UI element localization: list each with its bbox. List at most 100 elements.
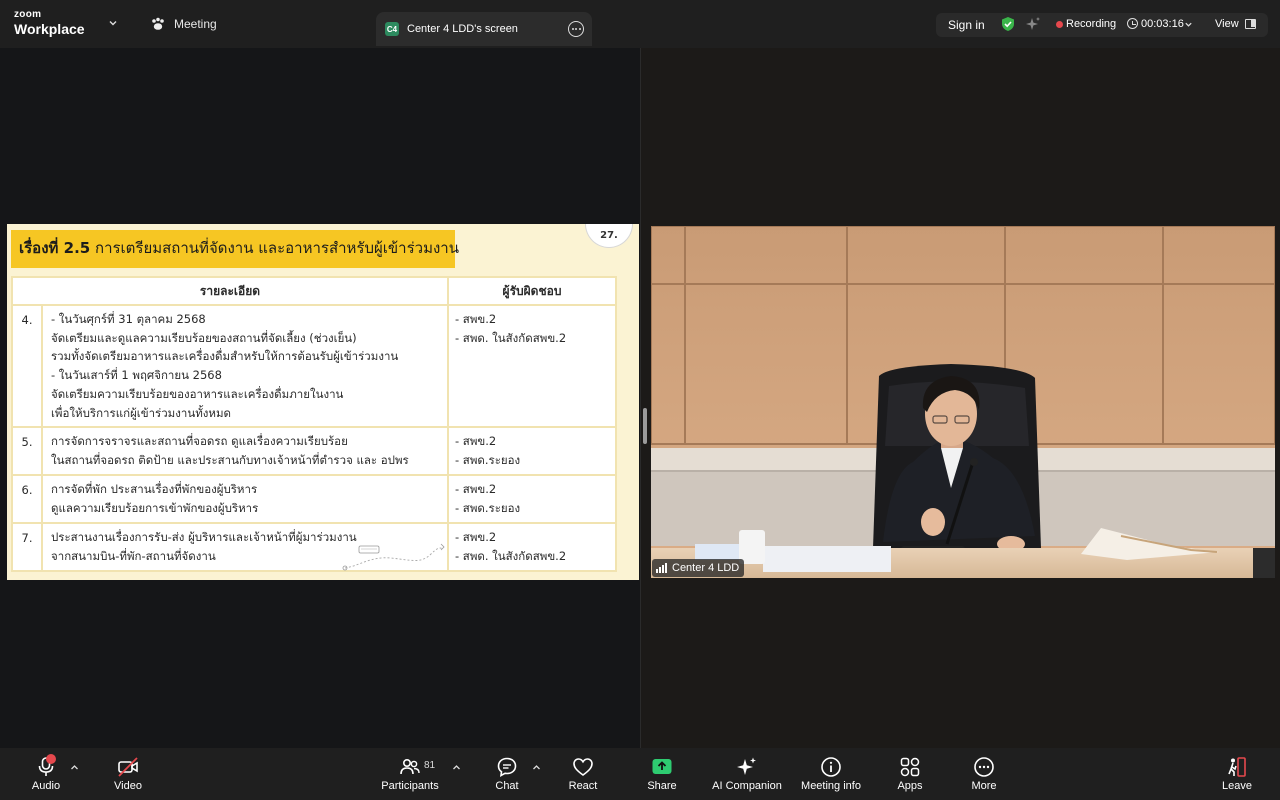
brand-small: zoom	[14, 9, 42, 20]
detail-line: - ในวันศุกร์ที่ 31 ตุลาคม 2568	[51, 312, 206, 326]
responsible-line: - สพข.2	[455, 482, 497, 497]
ai-sparkle-icon[interactable]	[1025, 16, 1041, 32]
shield-check-icon[interactable]	[1000, 16, 1016, 32]
meeting-timer[interactable]: 00:03:16	[1141, 18, 1184, 30]
participant-name-tag: Center 4 LDD	[652, 559, 745, 577]
video-frame	[651, 226, 1275, 578]
audio-label: Audio	[31, 780, 61, 792]
chat-icon	[497, 757, 517, 777]
c4-badge: C4	[385, 22, 399, 36]
column-header-detail: รายละเอียด	[11, 276, 449, 306]
row-number: 6.	[11, 474, 43, 525]
apps-label: Apps	[897, 780, 923, 792]
react-label: React	[568, 780, 598, 792]
leave-exit-icon	[1228, 757, 1246, 777]
video-label: Video	[114, 780, 142, 792]
participant-video[interactable]	[651, 226, 1275, 578]
participants-button[interactable]: Participants	[365, 756, 455, 792]
split-divider	[640, 48, 641, 748]
detail-line: การจัดการจราจรและสถานที่จอดรถ ดูแลเรื่อง…	[51, 434, 348, 449]
info-icon	[821, 757, 841, 777]
meeting-tab[interactable]: Meeting	[150, 17, 217, 31]
more-button[interactable]: More	[939, 756, 1029, 792]
detail-line: ดูแลความเรียบร้อยการเข้าพักของผู้บริหาร	[51, 500, 259, 515]
meeting-info-label: Meeting info	[801, 780, 861, 792]
sign-in-button[interactable]: Sign in	[948, 18, 985, 32]
travel-trail-illustration	[342, 543, 445, 571]
view-button[interactable]: View	[1215, 18, 1239, 30]
recording-label[interactable]: Recording	[1066, 18, 1116, 30]
screen-share-tab[interactable]: C4 Center 4 LDD's screen	[376, 12, 592, 46]
more-dots-icon	[974, 757, 994, 777]
participants-label: Participants	[381, 780, 439, 792]
participants-icon	[400, 758, 420, 775]
leave-label: Leave	[1222, 780, 1252, 792]
slide-title: เรื่องที่ 2.5 การเตรียมสถานที่จัดงาน และ…	[19, 236, 459, 260]
apps-icon	[900, 757, 920, 777]
share-label: Share	[647, 780, 677, 792]
row-detail: การจัดการจราจรและสถานที่จอดรถ ดูแลเรื่อง…	[41, 426, 449, 477]
column-header-responsible: ผู้รับผิดชอบ	[447, 276, 617, 306]
screen-tab-label: Center 4 LDD's screen	[407, 23, 518, 35]
meeting-tab-label: Meeting	[174, 17, 217, 31]
responsible-line: - สพด.ระยอง	[455, 500, 521, 515]
video-button[interactable]: Video	[83, 756, 173, 792]
ai-companion-sparkle-icon	[737, 757, 756, 775]
audio-options-caret-icon[interactable]	[70, 763, 79, 772]
row-number: 4.	[11, 303, 43, 429]
detail-line: เพื่อให้บริการแก่ผู้เข้าร่วมงานทั้งหมด	[51, 405, 232, 420]
table-row: 4. - ในวันศุกร์ที่ 31 ตุลาคม 2568 จัดเตรีย…	[11, 303, 617, 429]
more-label: More	[971, 780, 997, 792]
more-options-icon[interactable]	[568, 21, 584, 37]
responsible-line: - สพด. ในสังกัดสพข.2	[455, 548, 567, 563]
clock-icon	[1127, 18, 1138, 29]
video-off-icon	[118, 757, 138, 777]
audio-activity-badge	[46, 754, 56, 764]
zoom-workplace-logo[interactable]: zoom Workplace	[14, 9, 85, 37]
paw-icon	[152, 17, 164, 30]
responsible-line: - สพด.ระยอง	[455, 452, 521, 467]
recording-dot	[1056, 21, 1063, 28]
leave-button[interactable]: Leave	[1192, 756, 1280, 792]
chevron-down-icon[interactable]	[108, 18, 118, 28]
detail-line: จัดเตรียมความเรียบร้อยของอาหารและเครื่อง…	[51, 386, 344, 401]
table-row: 7. ประสานงานเรื่องการรับ-ส่ง ผู้บริหารและ…	[11, 522, 617, 573]
ai-companion-button[interactable]: AI Companion	[702, 756, 792, 792]
slide-page-number: 27.	[585, 224, 633, 248]
heart-icon	[573, 758, 593, 776]
chevron-down-icon[interactable]	[1184, 20, 1193, 29]
responsible-line: - สพข.2	[455, 530, 497, 545]
react-button[interactable]: React	[538, 756, 628, 792]
row-number: 7.	[11, 522, 43, 573]
responsibility-table: รายละเอียด ผู้รับผิดชอบ 4. - ในวันศุกร์ที…	[11, 276, 617, 573]
detail-line: ในสถานที่จอดรถ ติดป้าย และประสานกับทางเจ…	[51, 452, 409, 467]
row-responsible: - สพข.2 - สพด. ในสังกัดสพข.2	[447, 303, 617, 429]
table-row: 5. การจัดการจราจรและสถานที่จอดรถ ดูแลเรื่…	[11, 426, 617, 477]
brand-large: Workplace	[14, 21, 85, 37]
detail-line: - ในวันเสาร์ที่ 1 พฤศจิกายน 2568	[51, 368, 222, 383]
ai-companion-label: AI Companion	[712, 780, 782, 792]
detail-line: การจัดที่พัก ประสานเรื่องที่พักของผู้บริ…	[51, 482, 258, 497]
share-screen-icon	[652, 759, 672, 774]
row-responsible: - สพข.2 - สพด.ระยอง	[447, 426, 617, 477]
detail-line: รวมทั้งจัดเตรียมอาหารและเครื่องดื่มสำหรั…	[51, 349, 399, 364]
share-button[interactable]: Share	[617, 756, 707, 792]
row-number: 5.	[11, 426, 43, 477]
split-drag-handle[interactable]	[643, 408, 647, 444]
detail-line: จัดเตรียมและดูแลความเรียบร้อยของสถานที่จ…	[51, 330, 357, 345]
row-detail: - ในวันศุกร์ที่ 31 ตุลาคม 2568 จัดเตรียมแ…	[41, 303, 449, 429]
view-layout-icon[interactable]	[1245, 19, 1256, 29]
slide-title-text: การเตรียมสถานที่จัดงาน และอาหารสำหรับผู้…	[94, 239, 459, 257]
signal-bars-icon	[656, 563, 667, 573]
participant-name: Center 4 LDD	[672, 562, 740, 574]
chat-label: Chat	[495, 780, 519, 792]
row-detail: การจัดที่พัก ประสานเรื่องที่พักของผู้บริ…	[41, 474, 449, 525]
meeting-info-button[interactable]: Meeting info	[786, 756, 876, 792]
participants-count: 81	[424, 760, 436, 771]
slide-title-number: เรื่องที่ 2.5	[19, 239, 91, 257]
shared-slide: เรื่องที่ 2.5 การเตรียมสถานที่จัดงาน และ…	[7, 224, 639, 580]
responsible-line: - สพข.2	[455, 434, 497, 449]
row-responsible: - สพข.2 - สพด.ระยอง	[447, 474, 617, 525]
participants-options-caret-icon[interactable]	[452, 763, 461, 772]
responsible-line: - สพด. ในสังกัดสพข.2	[455, 330, 567, 345]
